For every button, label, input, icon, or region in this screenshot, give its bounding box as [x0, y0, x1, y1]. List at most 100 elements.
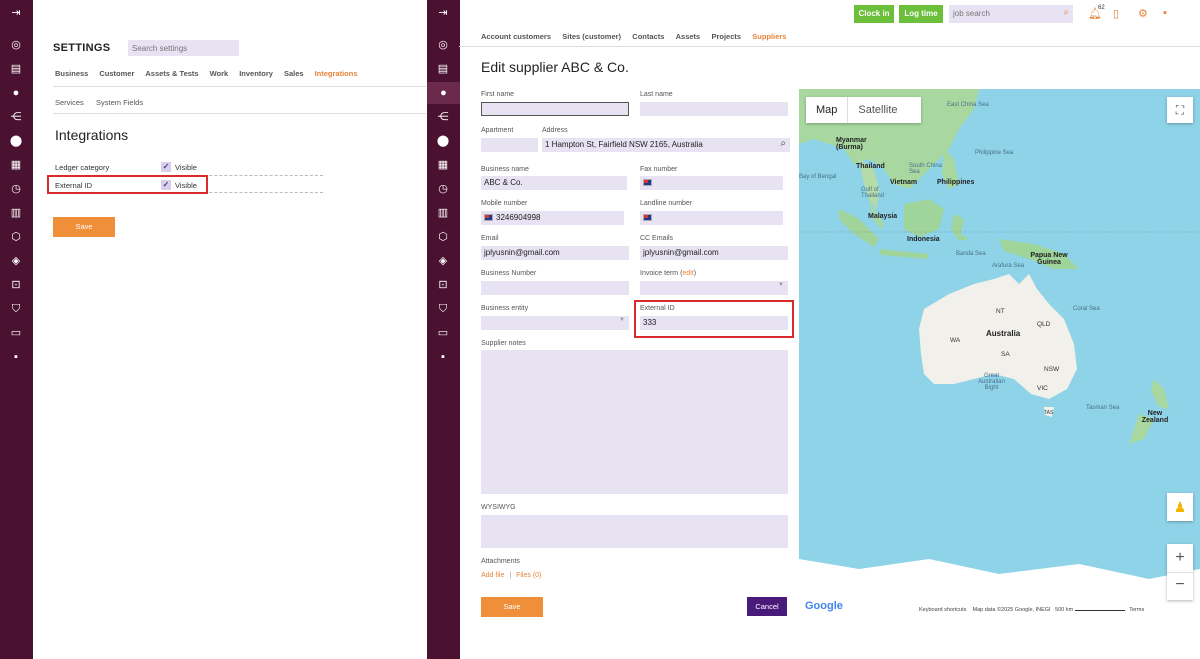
map-label: Tasman Sea: [1086, 405, 1120, 411]
map-label: Philippines: [937, 179, 975, 186]
subtab-services[interactable]: Services: [55, 98, 84, 107]
settings-tabs: Business Customer Assets & Tests Work In…: [55, 69, 369, 78]
fax-field[interactable]: [640, 176, 783, 190]
search-icon[interactable]: ⌕: [780, 138, 786, 149]
gear-icon[interactable]: ⚙: [1138, 7, 1148, 20]
map-tab-map[interactable]: Map: [806, 97, 847, 123]
ledger-category-checkbox[interactable]: ✓: [161, 162, 171, 172]
tab-business[interactable]: Business: [55, 69, 88, 78]
label-icon[interactable]: ◈: [436, 254, 450, 268]
tab-sales[interactable]: Sales: [284, 69, 304, 78]
wysiwyg-editor[interactable]: [481, 515, 788, 548]
business-name-field[interactable]: ABC & Co.: [481, 176, 627, 190]
email-field[interactable]: jplyusnin@gmail.com: [481, 246, 629, 260]
tag-icon[interactable]: ◎: [9, 38, 23, 52]
invoice-term-select[interactable]: ▼: [640, 281, 788, 295]
notification-count: 62: [1098, 5, 1105, 11]
flag-icon[interactable]: [643, 214, 652, 222]
person-icon[interactable]: ●: [427, 82, 460, 104]
zoom-in-icon[interactable]: +: [1167, 544, 1193, 572]
save-button[interactable]: Save: [481, 597, 543, 617]
map-label: South China Sea: [909, 163, 943, 175]
hierarchy-icon[interactable]: ⋲: [436, 110, 450, 124]
collapse-icon[interactable]: ⇥: [9, 6, 23, 20]
label-icon[interactable]: ◈: [9, 254, 23, 268]
address-label: Address: [542, 127, 568, 134]
add-file-link[interactable]: Add file: [481, 572, 504, 579]
wysiwyg-label: WYSIWYG: [481, 504, 516, 511]
address-field[interactable]: 1 Hampton St, Fairfield NSW 2165, Austra…: [542, 138, 790, 152]
invoice-icon[interactable]: ▤: [9, 62, 23, 76]
tab-customer[interactable]: Customer: [99, 69, 134, 78]
tab-integrations[interactable]: Integrations: [315, 69, 358, 78]
subtab-system-fields[interactable]: System Fields: [96, 98, 143, 107]
highlight-box: [47, 175, 208, 194]
landline-field[interactable]: [640, 211, 783, 225]
first-name-field[interactable]: [481, 102, 629, 116]
terms-link[interactable]: Terms: [1129, 607, 1144, 613]
settings-save-button[interactable]: Save: [53, 217, 115, 237]
map-icon[interactable]: ▦: [9, 158, 23, 172]
last-name-field[interactable]: [640, 102, 788, 116]
supplier-notes-textarea[interactable]: [481, 350, 788, 494]
hierarchy-icon[interactable]: ⋲: [9, 110, 23, 124]
flag-icon[interactable]: [643, 179, 652, 187]
location-icon[interactable]: ⬤: [9, 134, 23, 148]
tab-projects[interactable]: Projects: [711, 32, 741, 41]
tab-work[interactable]: Work: [210, 69, 229, 78]
mobile-label: Mobile number: [481, 200, 528, 207]
tab-suppliers[interactable]: Suppliers: [752, 32, 786, 41]
person-icon[interactable]: ●: [9, 86, 23, 100]
clock-in-button[interactable]: Clock in: [854, 5, 894, 23]
zoom-out-icon[interactable]: −: [1167, 572, 1193, 600]
shield-icon[interactable]: ⛉: [9, 302, 23, 316]
clock-icon[interactable]: ◷: [9, 182, 23, 196]
tab-contacts[interactable]: Contacts: [632, 32, 664, 41]
shield-icon[interactable]: ⛉: [436, 302, 450, 316]
chat-icon[interactable]: ▪: [9, 350, 23, 364]
box-icon[interactable]: ⬡: [9, 230, 23, 244]
flag-icon[interactable]: [484, 214, 493, 222]
log-time-button[interactable]: Log time: [899, 5, 943, 23]
business-entity-select[interactable]: ▼: [481, 316, 629, 330]
map-label: QLD: [1037, 321, 1051, 328]
mobile-icon[interactable]: ▯: [1113, 7, 1119, 20]
document-icon[interactable]: ▥: [9, 206, 23, 220]
location-icon[interactable]: ⬤: [436, 134, 450, 148]
fullscreen-icon[interactable]: ⛶: [1167, 97, 1193, 123]
map-icon[interactable]: ▦: [436, 158, 450, 172]
invoice-term-edit-link[interactable]: edit: [682, 270, 693, 277]
collapse-icon[interactable]: ⇥: [436, 6, 450, 20]
chat-icon[interactable]: ▪: [436, 350, 450, 364]
tag-icon[interactable]: ◎: [436, 38, 450, 52]
tab-assets-tests[interactable]: Assets & Tests: [145, 69, 198, 78]
box-icon[interactable]: ⬡: [436, 230, 450, 244]
tab-assets[interactable]: Assets: [676, 32, 701, 41]
scan-icon[interactable]: ⊡: [436, 278, 450, 292]
clock-icon[interactable]: ◷: [436, 182, 450, 196]
apartment-field[interactable]: [481, 138, 538, 152]
tab-account-customers[interactable]: Account customers: [481, 32, 551, 41]
invoice-icon[interactable]: ▤: [436, 62, 450, 76]
tab-inventory[interactable]: Inventory: [239, 69, 273, 78]
search-settings-input[interactable]: [128, 40, 239, 56]
cc-emails-field[interactable]: jplyusnin@gmail.com: [640, 246, 788, 260]
keyboard-shortcuts-link[interactable]: Keyboard shortcuts: [919, 607, 966, 613]
map-footer: Keyboard shortcuts Map data ©2025 Google…: [919, 607, 1145, 613]
mobile-field[interactable]: 3246904998: [481, 211, 624, 225]
book-icon[interactable]: ▭: [436, 326, 450, 340]
search-icon[interactable]: ⌕: [1063, 7, 1069, 18]
chat-icon[interactable]: ▪: [1163, 7, 1167, 19]
job-search-input[interactable]: job search ⌕: [949, 5, 1073, 23]
map-tab-satellite[interactable]: Satellite: [847, 97, 907, 123]
files-link[interactable]: Files (0): [516, 572, 541, 579]
cancel-button[interactable]: Cancel: [747, 597, 787, 616]
business-number-field[interactable]: [481, 281, 629, 295]
map-label: Philippine Sea: [975, 150, 1014, 156]
scan-icon[interactable]: ⊡: [9, 278, 23, 292]
document-icon[interactable]: ▥: [436, 206, 450, 220]
pegman-icon[interactable]: ♟: [1167, 493, 1193, 521]
tab-sites-customer[interactable]: Sites (customer): [562, 32, 621, 41]
map-view[interactable]: East China Sea Myanmar (Burma) Thailand …: [799, 89, 1200, 616]
book-icon[interactable]: ▭: [9, 326, 23, 340]
